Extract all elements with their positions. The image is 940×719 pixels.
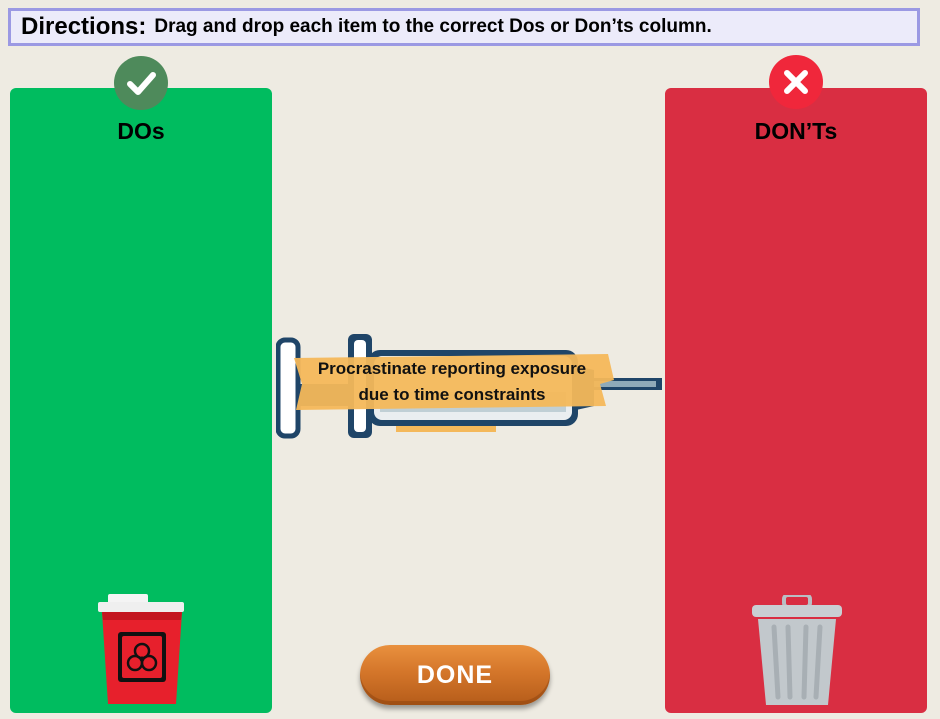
done-button[interactable]: DONE xyxy=(360,645,550,705)
trash-can-icon xyxy=(750,593,844,712)
drag-item-label-line1: Procrastinate reporting exposure xyxy=(317,359,587,378)
drag-item-label-line2: due to time constraints xyxy=(358,385,546,404)
sharps-container-icon xyxy=(96,594,188,711)
drag-item-syringe[interactable]: Procrastinate reporting exposure due to … xyxy=(276,330,666,442)
check-icon xyxy=(114,56,168,110)
directions-text: Drag and drop each item to the correct D… xyxy=(154,16,712,37)
drag-item-label: Procrastinate reporting exposure due to … xyxy=(294,356,610,408)
x-icon xyxy=(769,55,823,109)
dos-column-title: DOs xyxy=(117,118,165,144)
donts-column-title: DON’Ts xyxy=(754,118,838,144)
directions-label: Directions: xyxy=(21,13,147,40)
directions-bar: Directions: Drag and drop each item to t… xyxy=(8,8,920,46)
